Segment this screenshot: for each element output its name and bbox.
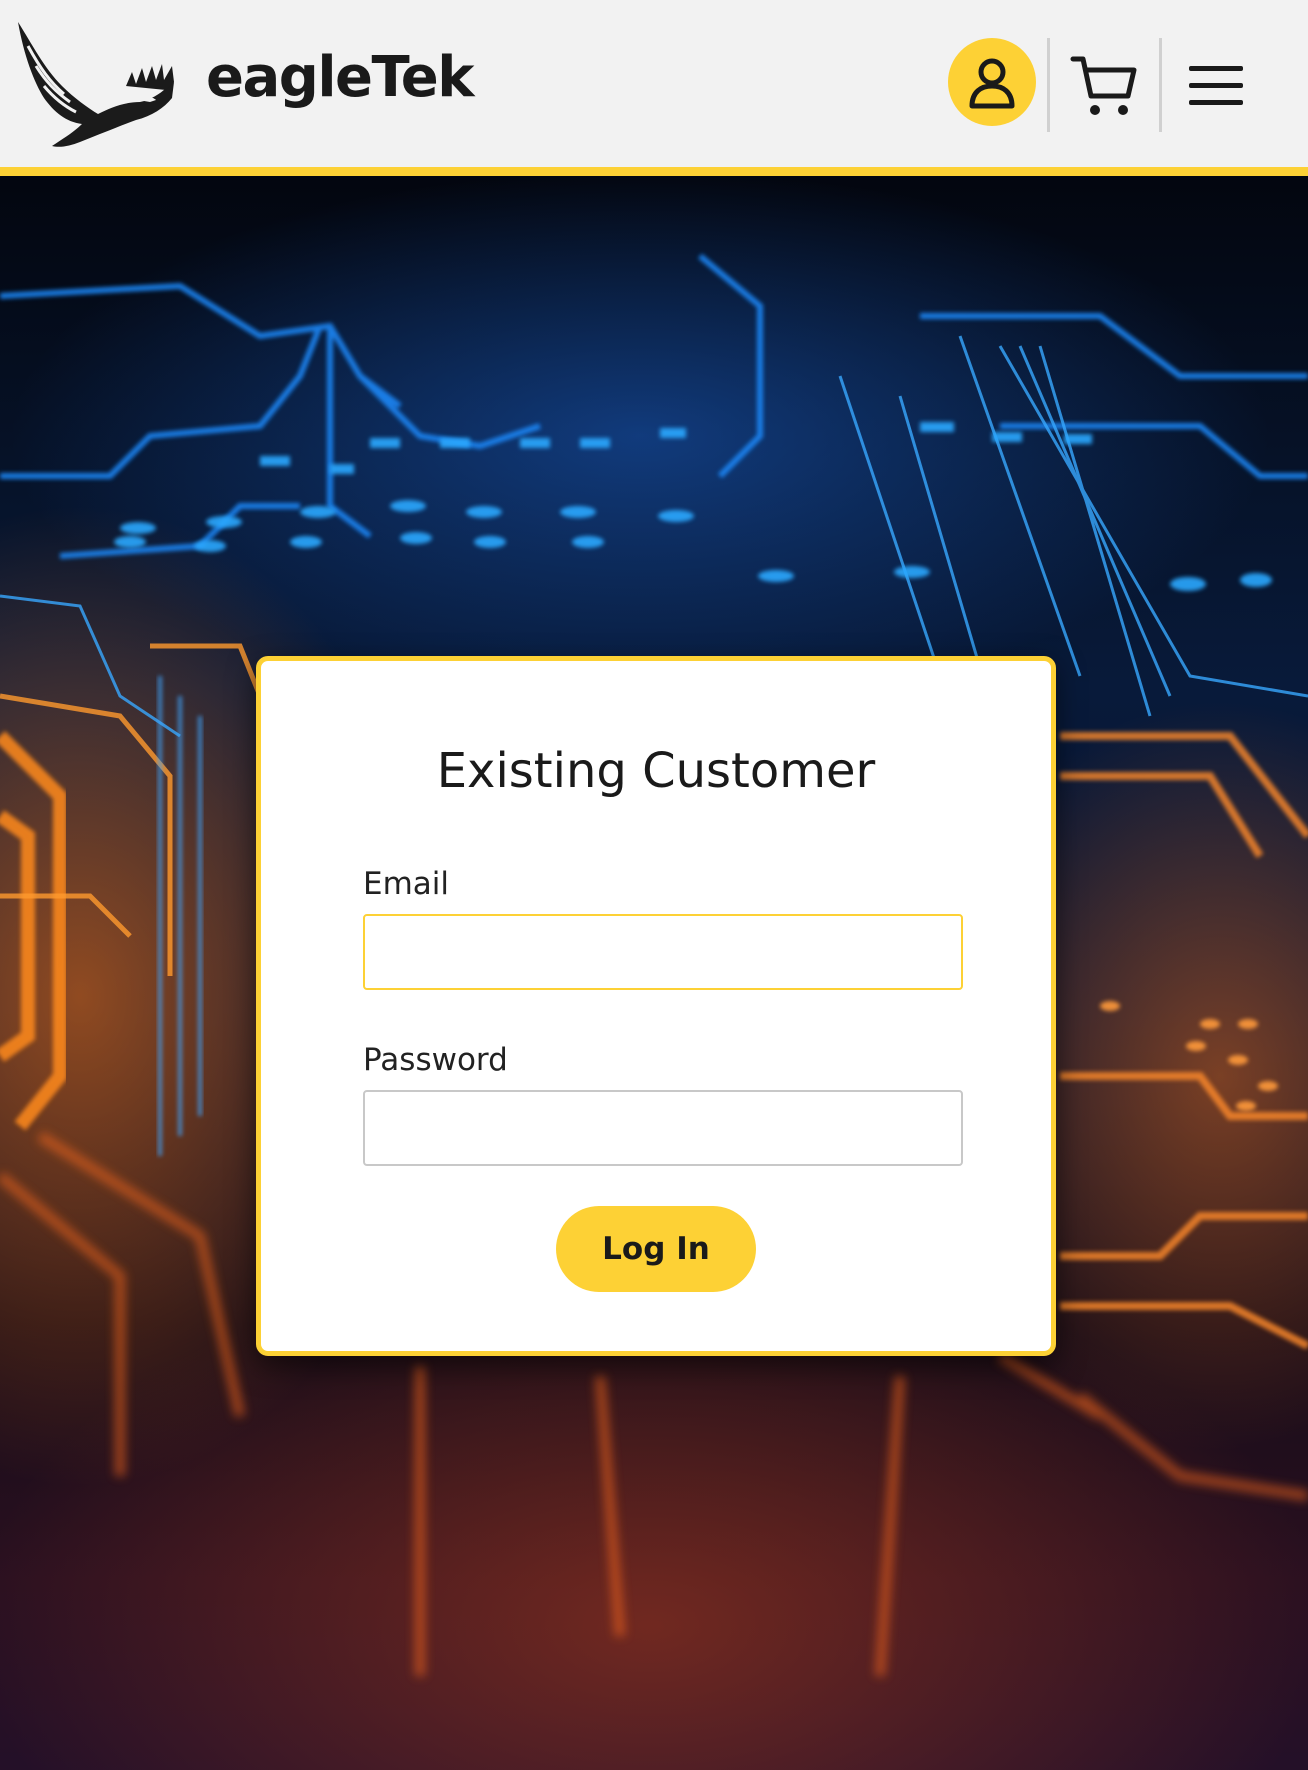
account-button[interactable] xyxy=(948,38,1036,126)
brand-name[interactable]: eagleTek xyxy=(206,50,475,106)
login-card: Existing Customer Email Password Log In xyxy=(256,656,1056,1356)
cart-icon xyxy=(1070,56,1137,115)
user-icon xyxy=(969,58,1015,109)
password-field[interactable] xyxy=(363,1090,963,1166)
email-field[interactable] xyxy=(363,914,963,990)
menu-button[interactable] xyxy=(1180,50,1252,122)
eagle-logo-icon[interactable] xyxy=(14,16,180,156)
password-label: Password xyxy=(363,1042,508,1078)
site-header: eagleTek xyxy=(0,0,1308,176)
login-button[interactable]: Log In xyxy=(556,1206,756,1292)
header-divider xyxy=(1047,38,1050,132)
hamburger-menu-icon xyxy=(1189,66,1243,105)
email-label: Email xyxy=(363,866,450,902)
header-divider xyxy=(1159,38,1162,132)
cart-button[interactable] xyxy=(1066,48,1142,124)
login-title: Existing Customer xyxy=(436,743,876,799)
